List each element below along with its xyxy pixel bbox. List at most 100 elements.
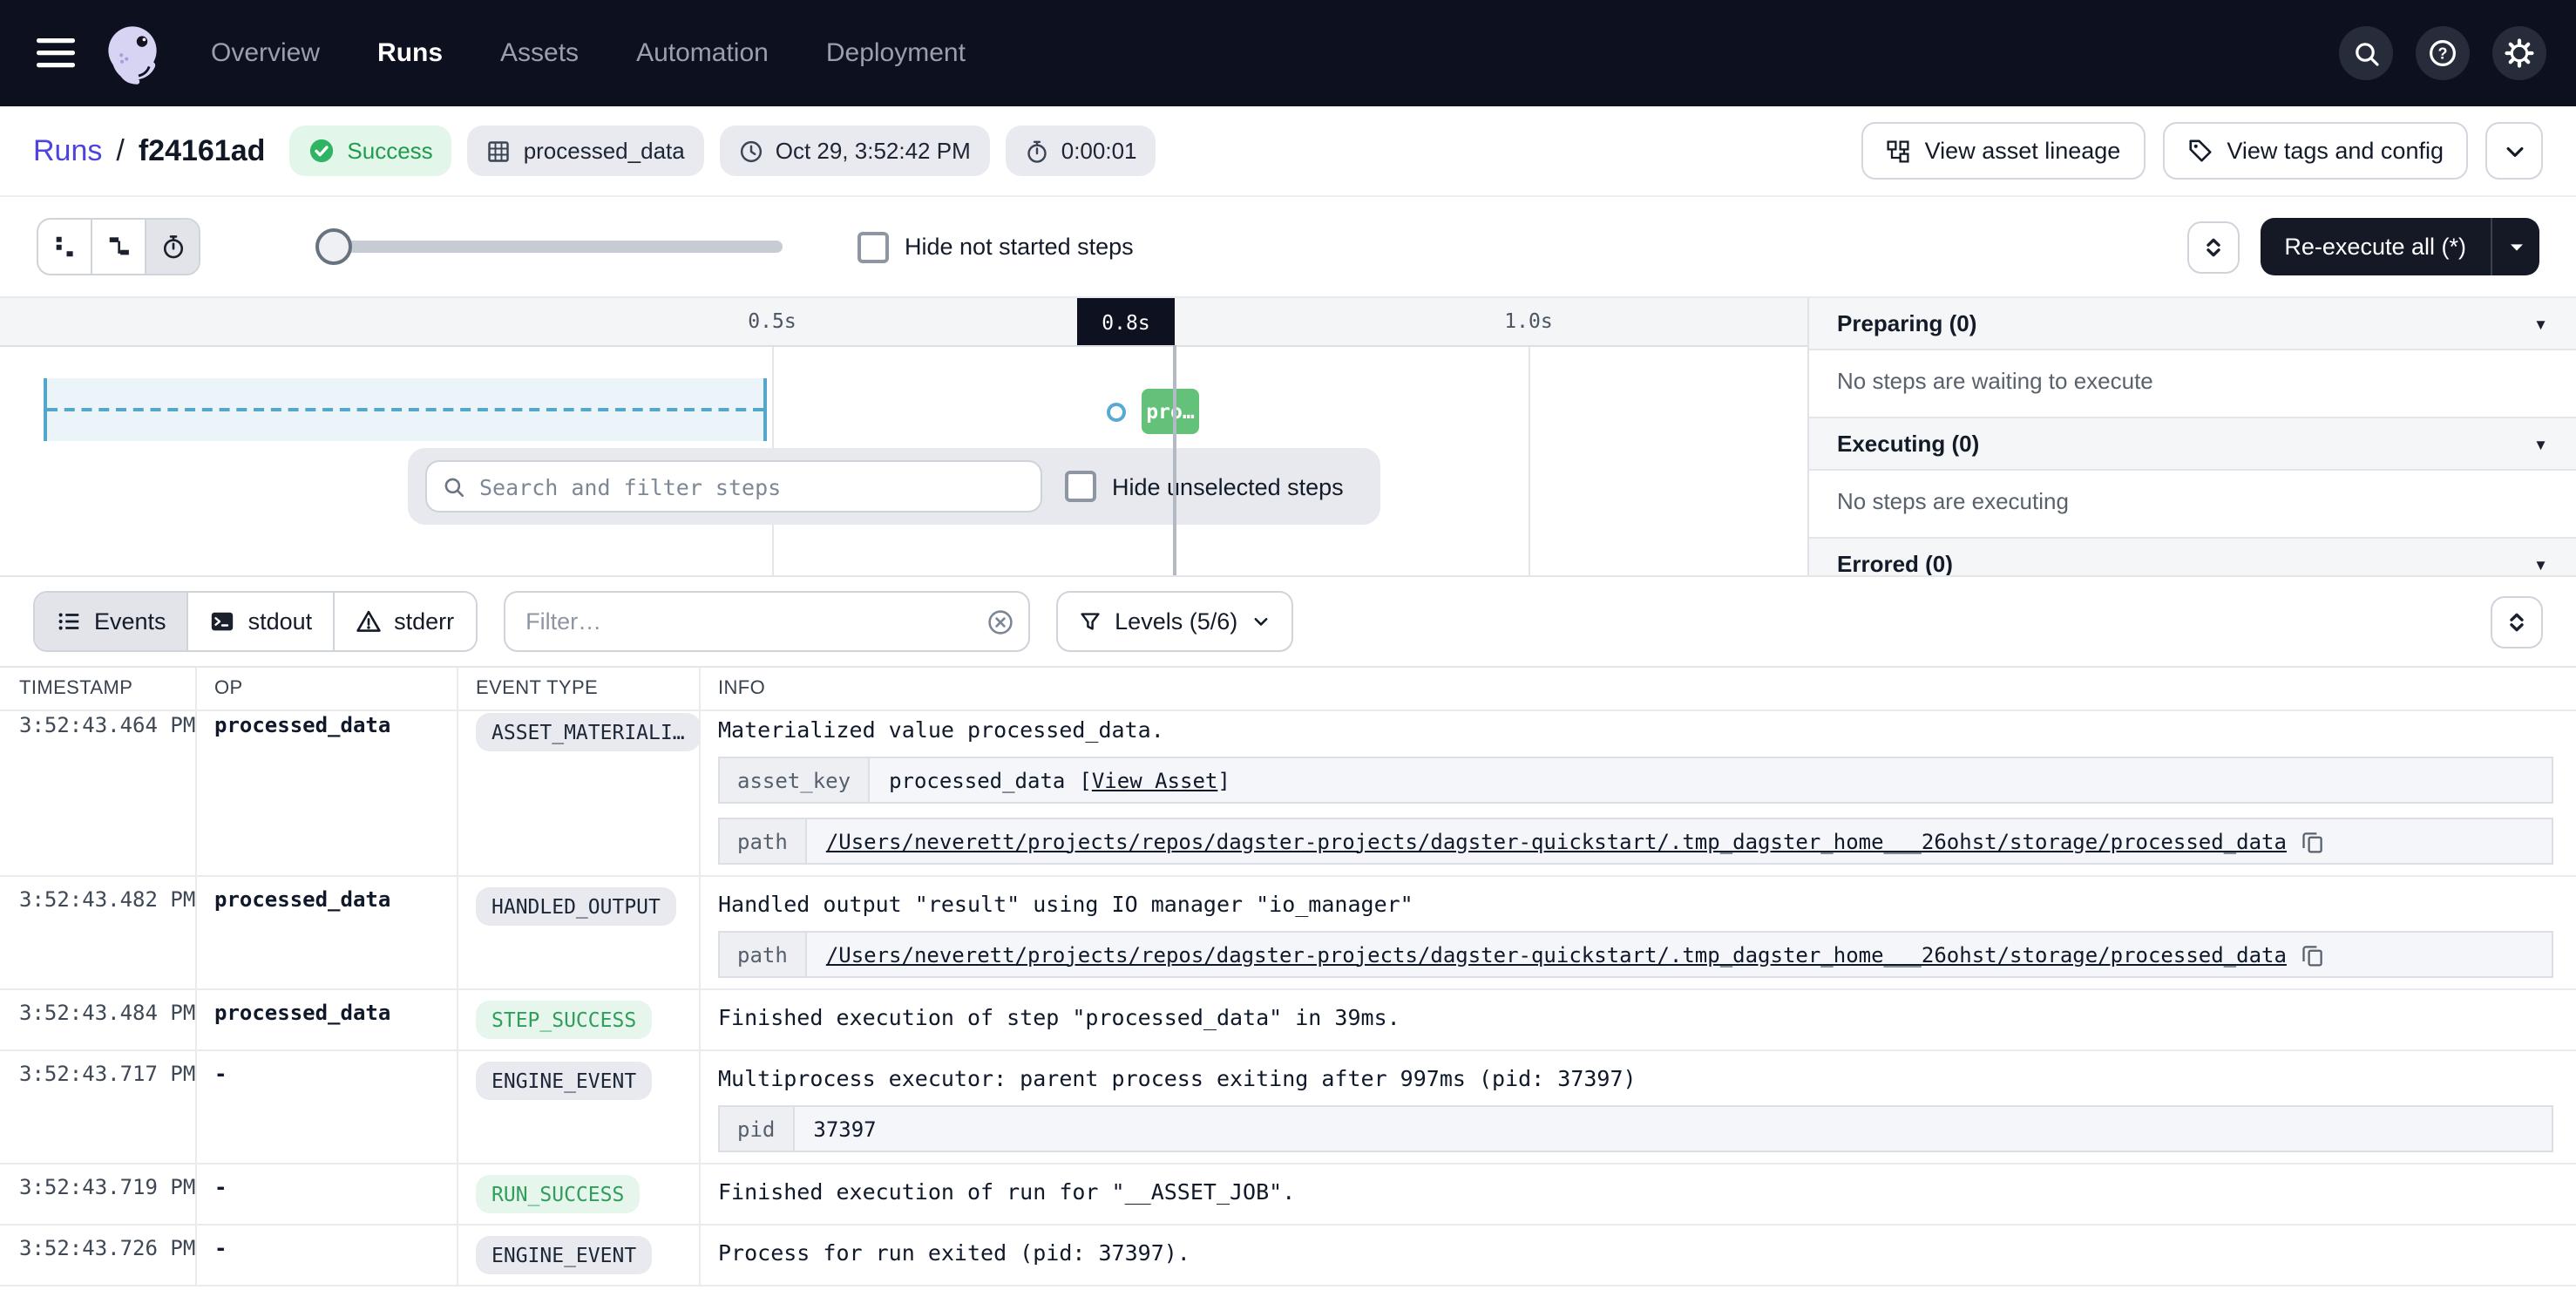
waterfall-view-icon [105, 234, 132, 260]
panel-section-header[interactable]: Errored (0) ▼ [1809, 539, 2576, 575]
view-tags-and-config-button[interactable]: View tags and config [2162, 122, 2468, 180]
copy-icon[interactable] [2301, 942, 2325, 967]
hide-unselected-label: Hide unselected steps [1112, 473, 1344, 499]
gantt-step-start-marker[interactable] [1107, 403, 1126, 422]
levels-label: Levels (5/6) [1115, 608, 1237, 635]
nav-links: Overview Runs Assets Automation Deployment [211, 38, 966, 68]
check-circle-icon [308, 138, 335, 164]
run-id: f24161ad [139, 133, 266, 168]
event-timestamp: 3:52:43.717 PM [0, 1051, 195, 1163]
breadcrumb-runs-link[interactable]: Runs [33, 133, 102, 168]
panel-section-header[interactable]: Executing (0)▼ [1809, 418, 2576, 471]
list-icon [56, 608, 82, 635]
event-metadata-row: path/Users/neverett/projects/repos/dagst… [718, 818, 2553, 865]
log-filter-field [503, 591, 1029, 652]
clear-filter-icon[interactable] [986, 608, 1013, 635]
view-asset-lineage-button[interactable]: View asset lineage [1862, 122, 2146, 180]
event-message: Handled output "result" using IO manager… [718, 887, 2559, 917]
metadata-path-link[interactable]: /Users/neverett/projects/repos/dagster-p… [826, 829, 2287, 853]
copy-icon[interactable] [2301, 829, 2325, 853]
status-badge: Success [289, 126, 451, 176]
event-info: Finished execution of step "processed_da… [699, 990, 2576, 1049]
run-tag-chip[interactable]: processed_data [468, 126, 704, 176]
metadata-key: path [720, 819, 807, 863]
nav-link-assets[interactable]: Assets [500, 38, 579, 68]
hide-not-started-checkbox[interactable] [858, 231, 889, 262]
metadata-value: processed_data[View Asset] [870, 758, 1250, 802]
event-op: - [195, 1226, 457, 1285]
log-filter-input[interactable] [503, 591, 1029, 652]
expand-gantt-button[interactable] [2186, 221, 2239, 273]
event-type-badge: ENGINE_EVENT [476, 1236, 652, 1274]
reexecute-dropdown-button[interactable] [2491, 218, 2539, 275]
gantt-tick-label: 0.5s [748, 298, 796, 345]
reexecute-split-button: Re-execute all (*) [2260, 218, 2539, 275]
gantt-cursor-line [1173, 345, 1176, 575]
event-info: Process for run exited (pid: 37397). [699, 1226, 2576, 1285]
tab-stdout[interactable]: stdout [187, 593, 334, 650]
event-metadata-row: path/Users/neverett/projects/repos/dagst… [718, 931, 2553, 978]
hide-not-started-label: Hide not started steps [905, 234, 1134, 260]
hide-unselected-checkbox[interactable] [1065, 471, 1096, 502]
tab-label: Events [94, 608, 166, 635]
settings-icon [2505, 38, 2534, 68]
metadata-path-link[interactable]: /Users/neverett/projects/repos/dagster-p… [826, 942, 2287, 967]
metadata-value: /Users/neverett/projects/repos/dagster-p… [807, 933, 2344, 976]
nav-search-icon-button[interactable] [2339, 26, 2393, 80]
nav-link-overview[interactable]: Overview [211, 38, 320, 68]
gantt-step-bar[interactable]: pro… [1142, 389, 1199, 434]
breadcrumb-separator: / [116, 133, 124, 168]
nav-help-icon-button[interactable]: ? [2416, 26, 2470, 80]
event-type-cell: STEP_SUCCESS [457, 990, 699, 1049]
reexecute-button[interactable]: Re-execute all (*) [2260, 218, 2491, 275]
nav-settings-icon-button[interactable] [2492, 26, 2546, 80]
nav-link-runs[interactable]: Runs [377, 38, 443, 68]
event-metadata-row: pid37397 [718, 1105, 2553, 1152]
tab-stderr[interactable]: stderr [333, 593, 475, 650]
event-info: Finished execution of run for "__ASSET_J… [699, 1164, 2576, 1224]
view-asset-link[interactable]: View Asset [1092, 768, 1218, 792]
expand-log-button[interactable] [2491, 595, 2543, 648]
tab-label: stdout [248, 608, 313, 635]
caret-down-icon: ▼ [2533, 555, 2548, 573]
chevron-down-icon [1251, 612, 1271, 631]
button-label: View asset lineage [1925, 138, 2121, 164]
zoom-slider-handle[interactable] [315, 228, 352, 265]
gantt-filter-overlay: Hide unselected steps [408, 448, 1380, 525]
run-actions: View asset lineage View tags and config [1862, 122, 2543, 180]
table-icon [487, 139, 512, 163]
run-more-options-button[interactable] [2485, 122, 2543, 180]
event-type-badge: HANDLED_OUTPUT [476, 887, 676, 926]
warning-icon [356, 608, 382, 635]
hide-unselected-control[interactable]: Hide unselected steps [1065, 471, 1344, 502]
event-info: Multiprocess executor: parent process ex… [699, 1051, 2576, 1163]
panel-section-header[interactable]: Preparing (0)▼ [1809, 298, 2576, 350]
nav-link-automation[interactable]: Automation [636, 38, 769, 68]
button-label: View tags and config [2227, 138, 2444, 164]
hide-not-started-control[interactable]: Hide not started steps [858, 231, 1134, 262]
event-timestamp: 3:52:43.726 PM [0, 1226, 195, 1285]
zoom-slider[interactable] [315, 227, 783, 267]
metadata-value: 37397 [794, 1107, 895, 1151]
panel-section-title: Errored (0) [1837, 551, 1953, 575]
nav-icon-buttons: ? [2339, 26, 2546, 80]
run-tag-chip: Oct 29, 3:52:42 PM [720, 126, 990, 176]
gantt-controls: Hide not started steps Re-execute all (*… [0, 197, 2576, 296]
run-tag-label: Oct 29, 3:52:42 PM [776, 138, 971, 164]
zoom-slider-track[interactable] [333, 241, 783, 253]
menu-icon[interactable] [30, 27, 82, 79]
stopwatch-icon [1025, 139, 1049, 163]
view-mode-toggle [37, 218, 200, 275]
step-search-input[interactable] [476, 472, 1025, 501]
status-badge-label: Success [347, 138, 432, 164]
nav-link-deployment[interactable]: Deployment [826, 38, 966, 68]
caret-down-icon: ▼ [2533, 435, 2548, 452]
dagster-logo[interactable] [99, 20, 166, 86]
timed-view-icon [159, 234, 186, 260]
view-mode-waterfall-view-icon[interactable] [91, 220, 145, 274]
tab-events[interactable]: Events [35, 593, 187, 650]
levels-dropdown[interactable]: Levels (5/6) [1055, 591, 1293, 652]
view-mode-flat-view-icon[interactable] [38, 220, 91, 274]
view-mode-timed-view-icon[interactable] [145, 220, 199, 274]
run-detail-page: Overview Runs Assets Automation Deployment ?… [0, 0, 2576, 1290]
